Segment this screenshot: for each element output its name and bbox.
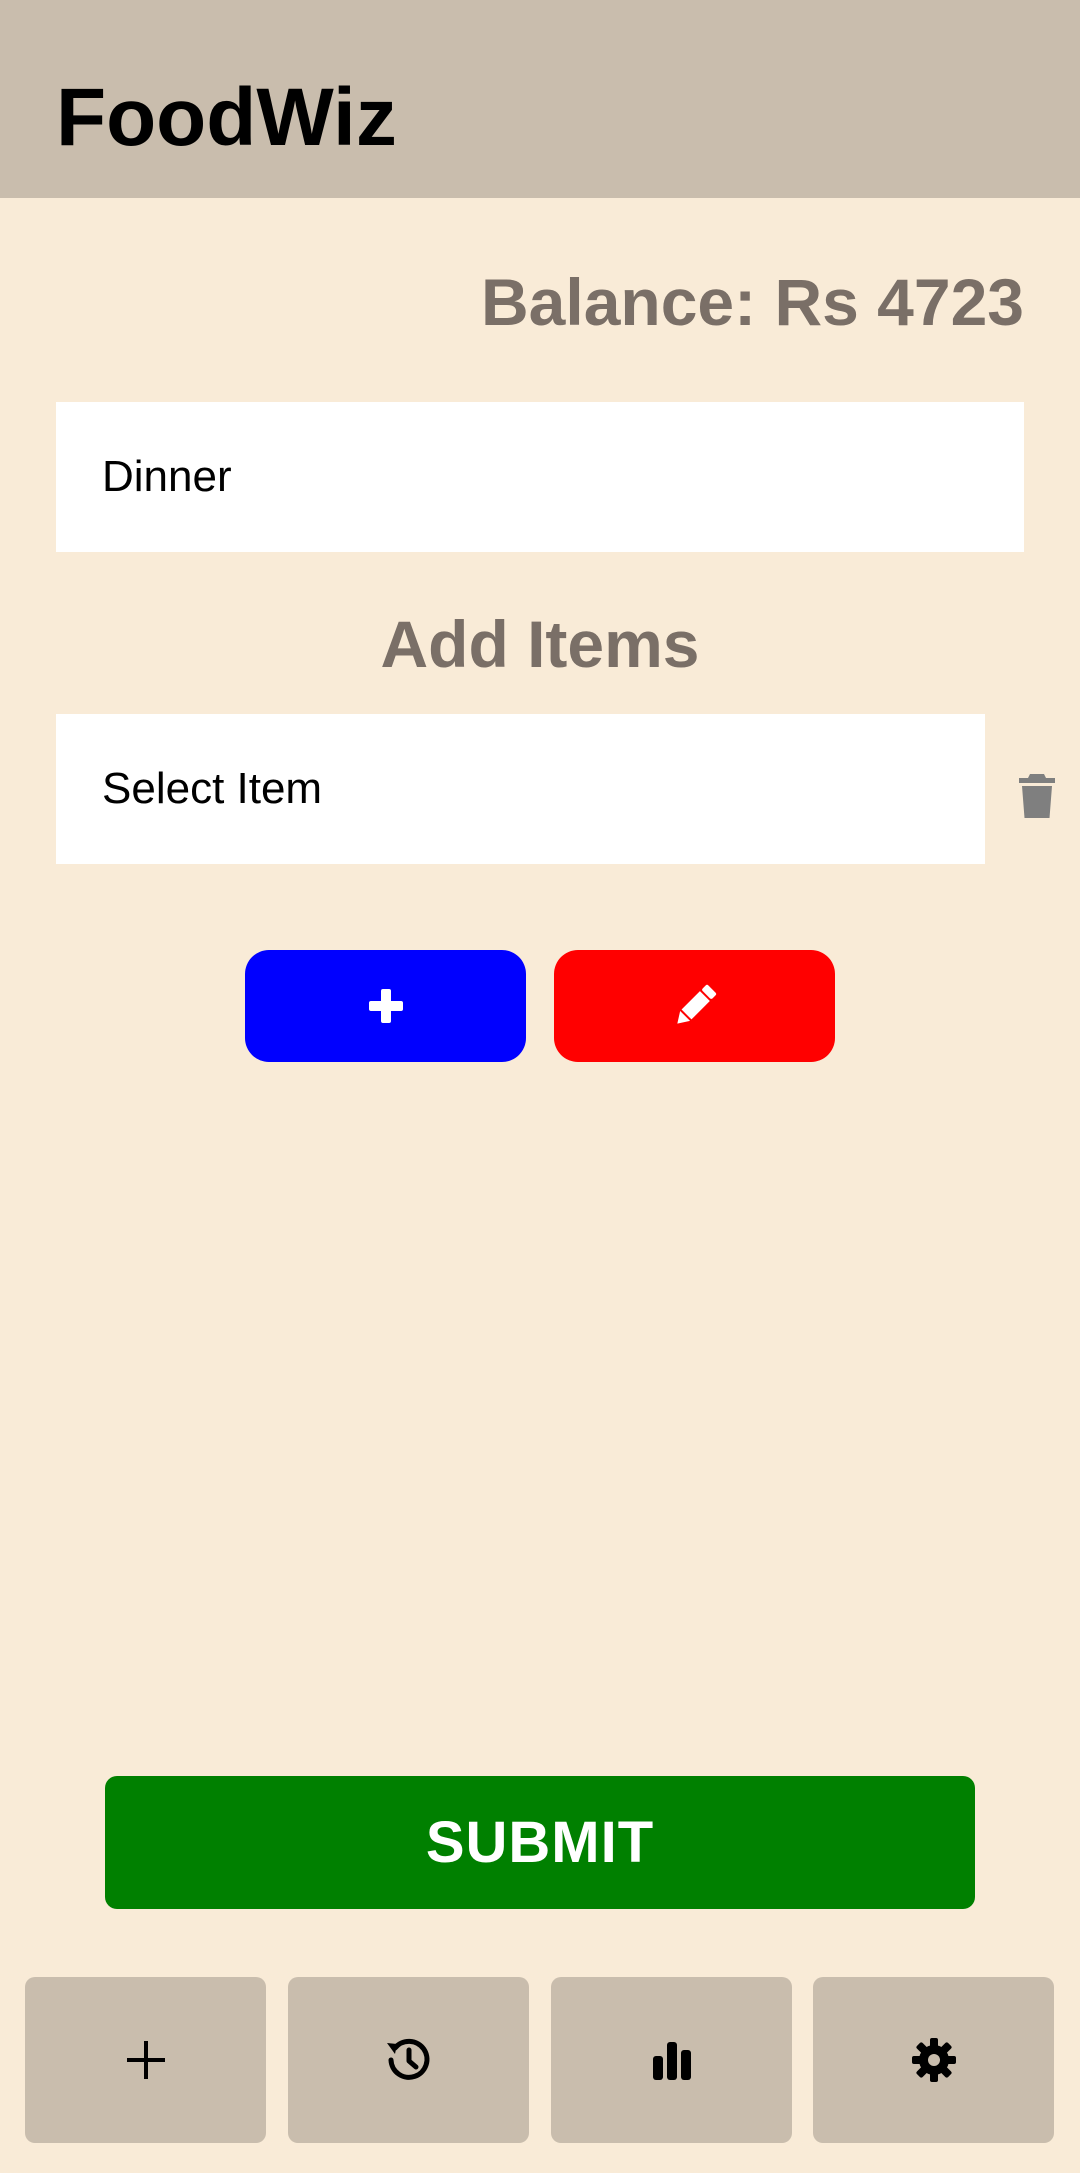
meal-type-value: Dinner: [102, 452, 232, 501]
balance-label: Balance: Rs 4723: [481, 265, 1024, 339]
item-select[interactable]: Select Item: [56, 714, 985, 864]
bar-chart-icon: [650, 2038, 694, 2082]
trash-icon: [1017, 772, 1057, 820]
plus-icon: [366, 986, 406, 1026]
nav-stats-button[interactable]: [551, 1977, 792, 2143]
app-bar: FoodWiz: [0, 0, 1080, 198]
nav-history-button[interactable]: [288, 1977, 529, 2143]
edit-item-button[interactable]: [554, 950, 835, 1062]
history-icon: [385, 2036, 433, 2084]
app-title: FoodWiz: [56, 72, 397, 163]
pencil-icon: [671, 982, 719, 1030]
meal-type-select[interactable]: Dinner: [56, 402, 1024, 552]
submit-button[interactable]: SUBMIT: [105, 1776, 975, 1909]
add-item-button[interactable]: [245, 950, 526, 1062]
plus-icon: [125, 2039, 167, 2081]
nav-settings-button[interactable]: [813, 1977, 1054, 2143]
delete-item-button[interactable]: [1012, 768, 1062, 824]
nav-add-button[interactable]: [25, 1977, 266, 2143]
item-select-placeholder: Select Item: [102, 764, 323, 813]
add-items-heading: Add Items: [380, 607, 700, 681]
gear-icon: [910, 2036, 958, 2084]
